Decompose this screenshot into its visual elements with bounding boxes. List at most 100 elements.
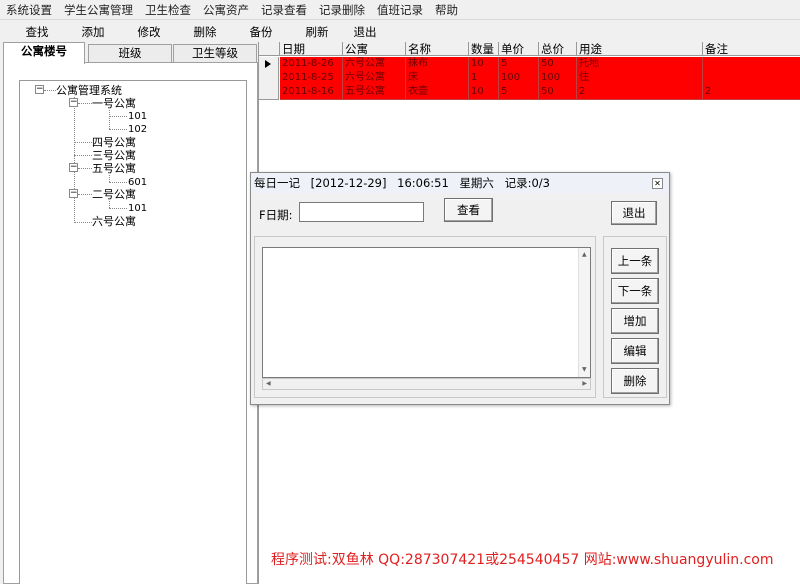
table-row[interactable]: 2011-8-16 五号公寓 衣壶 10 5 50 2 2 xyxy=(259,85,800,100)
scroll-down-arrow-icon[interactable]: ▼ xyxy=(582,367,587,373)
vertical-scrollbar[interactable]: ▲ ▼ xyxy=(578,248,590,377)
collapse-icon[interactable]: − xyxy=(69,98,78,107)
cell-date[interactable]: 2011-8-26 xyxy=(280,57,343,72)
memo-frame: ▲ ▼ ◀ ▶ xyxy=(254,236,596,398)
find-button[interactable]: 查找 xyxy=(24,24,50,40)
backup-button[interactable]: 备份 xyxy=(248,24,274,40)
menu-duty-records[interactable]: 值班记录 xyxy=(371,0,429,20)
cell-quantity[interactable]: 10 xyxy=(469,85,499,100)
row-selector[interactable] xyxy=(259,71,279,86)
menu-help[interactable]: 帮助 xyxy=(429,0,464,20)
tree-connector xyxy=(109,201,110,208)
add-button[interactable]: 添加 xyxy=(80,24,106,40)
grid-header: 日期 公寓 名称 数量 单价 总价 用途 备注 xyxy=(259,42,800,56)
tree-node-building-1[interactable]: 一号公寓 xyxy=(92,97,136,110)
cell-name[interactable]: 抹布 xyxy=(406,57,469,72)
tree-connector xyxy=(78,168,92,169)
scroll-left-arrow-icon[interactable]: ◀ xyxy=(266,381,271,387)
row-selector[interactable] xyxy=(259,85,279,100)
cell-quantity[interactable]: 10 xyxy=(469,57,499,72)
tab-building[interactable]: 公寓楼号 xyxy=(3,42,85,64)
edit-button[interactable]: 修改 xyxy=(136,24,162,40)
collapse-icon[interactable]: − xyxy=(69,189,78,198)
scroll-up-arrow-icon[interactable]: ▲ xyxy=(582,252,587,258)
collapse-icon[interactable]: − xyxy=(35,85,44,94)
edit-record-button[interactable]: 编辑 xyxy=(611,338,659,364)
cell-dorm[interactable]: 五号公寓 xyxy=(343,85,406,100)
next-record-button[interactable]: 下一条 xyxy=(611,278,659,304)
cell-note[interactable] xyxy=(703,57,800,72)
tree-connector xyxy=(109,116,127,117)
column-header-total-price[interactable]: 总价 xyxy=(539,42,577,56)
cell-unit-price[interactable]: 5 xyxy=(499,57,539,72)
column-header-note[interactable]: 备注 xyxy=(703,42,800,56)
menu-dorm-management[interactable]: 学生公寓管理 xyxy=(58,0,139,20)
menu-view-records[interactable]: 记录查看 xyxy=(255,0,313,20)
cell-total-price[interactable]: 50 xyxy=(539,85,577,100)
cell-note[interactable]: 2 xyxy=(703,85,800,100)
close-icon[interactable]: ✕ xyxy=(652,178,663,189)
dialog-exit-button[interactable]: 退出 xyxy=(611,201,657,225)
cell-note[interactable] xyxy=(703,71,800,86)
view-button[interactable]: 查看 xyxy=(444,198,493,222)
menu-dorm-assets[interactable]: 公寓资产 xyxy=(197,0,255,20)
cell-name[interactable]: 衣壶 xyxy=(406,85,469,100)
cell-dorm[interactable]: 六号公寓 xyxy=(343,71,406,86)
memo-textarea[interactable]: ▲ ▼ xyxy=(262,247,591,378)
menu-hygiene-check[interactable]: 卫生检查 xyxy=(139,0,197,20)
table-row[interactable]: 2011-8-25 六号公寓 床 1 100 100 住 xyxy=(259,71,800,86)
tree-node-building-3[interactable]: 三号公寓 xyxy=(92,149,136,162)
menu-delete-records[interactable]: 记录删除 xyxy=(313,0,371,20)
delete-record-button[interactable]: 删除 xyxy=(611,368,659,394)
cell-quantity[interactable]: 1 xyxy=(469,71,499,86)
tree-connector xyxy=(109,175,110,182)
table-row[interactable]: 2011-8-26 六号公寓 抹布 10 5 50 托地 xyxy=(259,57,800,72)
delete-button[interactable]: 删除 xyxy=(192,24,218,40)
add-record-button[interactable]: 增加 xyxy=(611,308,659,334)
tree-node-building-4[interactable]: 四号公寓 xyxy=(92,136,136,149)
tree-node-building-5[interactable]: 五号公寓 xyxy=(92,162,136,175)
column-header-purpose[interactable]: 用途 xyxy=(577,42,703,56)
cell-unit-price[interactable]: 5 xyxy=(499,85,539,100)
cell-purpose[interactable]: 2 xyxy=(577,85,703,100)
cell-total-price[interactable]: 50 xyxy=(539,57,577,72)
tree-node-building-2[interactable]: 二号公寓 xyxy=(92,188,136,201)
tree-node-building-6[interactable]: 六号公寓 xyxy=(92,215,136,228)
column-header-name[interactable]: 名称 xyxy=(406,42,469,56)
cell-purpose[interactable]: 托地 xyxy=(577,57,703,72)
tree-node-room-102[interactable]: 102 xyxy=(128,123,147,136)
dialog-titlebar[interactable]: 每日一记 [2012-12-29] 16:06:51 星期六 记录:0/3 xyxy=(251,173,669,193)
dialog-title: 每日一记 xyxy=(254,176,300,190)
collapse-icon[interactable]: − xyxy=(69,163,78,172)
scroll-right-arrow-icon[interactable]: ▶ xyxy=(582,381,587,387)
column-header-dorm[interactable]: 公寓 xyxy=(343,42,406,56)
column-header-quantity[interactable]: 数量 xyxy=(469,42,499,56)
cell-unit-price[interactable]: 100 xyxy=(499,71,539,86)
column-header-unit-price[interactable]: 单价 xyxy=(499,42,539,56)
cell-total-price[interactable]: 100 xyxy=(539,71,577,86)
previous-record-button[interactable]: 上一条 xyxy=(611,248,659,274)
exit-button[interactable]: 退出 xyxy=(352,24,378,40)
dialog-time: 16:06:51 xyxy=(397,176,449,190)
tree-root[interactable]: 公寓管理系统 xyxy=(56,84,122,97)
menu-system-settings[interactable]: 系统设置 xyxy=(0,0,58,20)
cell-purpose[interactable]: 住 xyxy=(577,71,703,86)
date-label: F日期: xyxy=(259,208,293,222)
cell-date[interactable]: 2011-8-16 xyxy=(280,85,343,100)
tree-connector xyxy=(109,182,127,183)
date-input[interactable] xyxy=(299,202,424,222)
tree-node-room-101[interactable]: 101 xyxy=(128,202,147,215)
tab-class[interactable]: 班级 xyxy=(88,44,172,63)
dialog-record-count: 记录:0/3 xyxy=(504,176,550,190)
refresh-button[interactable]: 刷新 xyxy=(304,24,330,40)
tab-hygiene-level[interactable]: 卫生等级 xyxy=(173,44,257,63)
toolbar: 查找 添加 修改 删除 备份 刷新 退出 xyxy=(0,22,800,42)
horizontal-scrollbar[interactable]: ◀ ▶ xyxy=(262,378,591,390)
tree-connector xyxy=(74,97,75,223)
cell-dorm[interactable]: 六号公寓 xyxy=(343,57,406,72)
column-header-date[interactable]: 日期 xyxy=(280,42,343,56)
row-selector[interactable] xyxy=(259,57,279,72)
tree-node-room-101[interactable]: 101 xyxy=(128,110,147,123)
cell-name[interactable]: 床 xyxy=(406,71,469,86)
cell-date[interactable]: 2011-8-25 xyxy=(280,71,343,86)
